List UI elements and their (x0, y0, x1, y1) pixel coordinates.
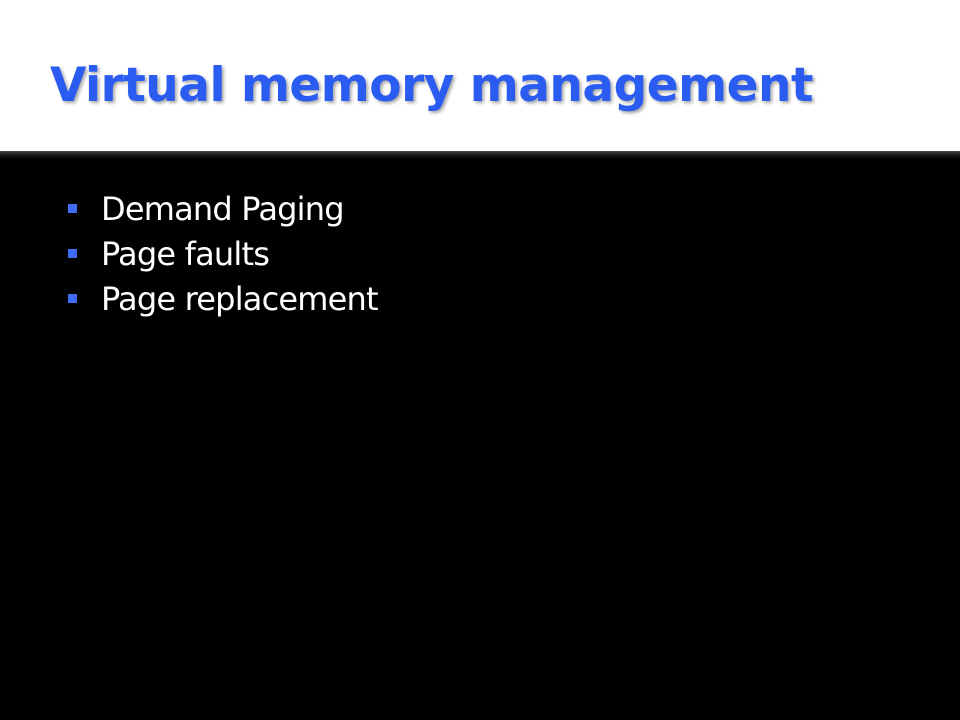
list-item: Page faults (68, 231, 378, 276)
bullet-text: Demand Paging (101, 189, 345, 228)
bullet-text: Page replacement (101, 279, 379, 318)
square-bullet-icon (68, 204, 77, 213)
square-bullet-icon (68, 249, 77, 258)
slide: Virtual memory management Demand Paging … (0, 0, 960, 720)
title-divider (0, 151, 960, 159)
bullet-list: Demand Paging Page faults Page replaceme… (68, 186, 379, 321)
list-item: Page replacement (68, 276, 379, 321)
square-bullet-icon (68, 294, 77, 303)
list-item: Demand Paging (68, 186, 378, 231)
bullet-text: Page faults (101, 234, 270, 273)
title-band: Virtual memory management (0, 0, 960, 151)
slide-title: Virtual memory management (50, 58, 813, 113)
